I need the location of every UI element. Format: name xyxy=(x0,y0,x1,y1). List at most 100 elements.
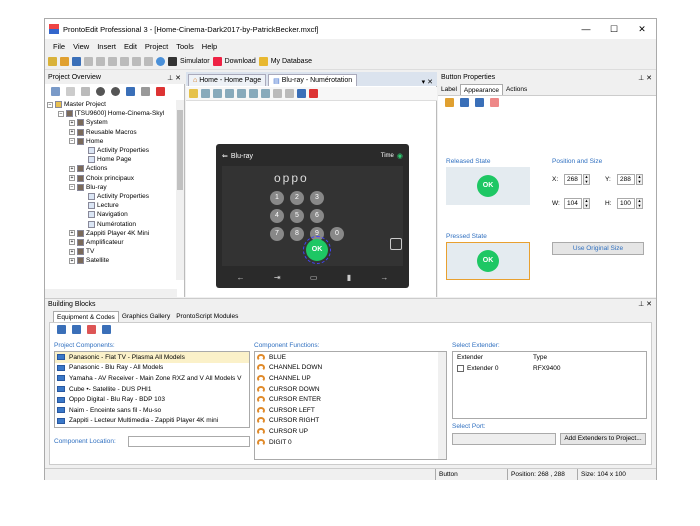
tree-item[interactable]: Home Page xyxy=(45,155,177,164)
tree-item[interactable]: − [TSU9600] Home-Cinema-Skyl xyxy=(45,109,177,118)
redo-icon[interactable] xyxy=(96,57,105,66)
tree-item[interactable]: + TV xyxy=(45,247,177,256)
key-2[interactable]: 2 xyxy=(290,191,304,205)
tree-item[interactable]: − Home xyxy=(45,137,177,146)
tree-item[interactable]: Navigation xyxy=(45,210,177,219)
x-field[interactable]: 268 xyxy=(564,174,582,185)
tree-item[interactable]: Activity Properties xyxy=(45,192,177,201)
minimize-button[interactable]: — xyxy=(572,24,600,35)
tree-item[interactable]: Numérotation xyxy=(45,219,177,228)
tree-scrollbar[interactable] xyxy=(176,100,184,280)
pin-icon[interactable]: ⊥ ✕ xyxy=(167,74,181,82)
distribute-icon[interactable] xyxy=(273,89,282,98)
menu-edit[interactable]: Edit xyxy=(124,42,137,51)
tree-hscrollbar[interactable] xyxy=(45,289,177,297)
back-icon[interactable]: ← xyxy=(237,273,245,282)
y-spinner[interactable]: ▲ ▼ xyxy=(636,174,643,185)
key-1[interactable]: 1 xyxy=(270,191,284,205)
my-database-button[interactable]: My Database xyxy=(271,58,312,65)
download-button[interactable]: Download xyxy=(225,58,256,65)
w-field[interactable]: 104 xyxy=(564,198,582,209)
function-item[interactable]: CURSOR LEFT xyxy=(255,405,446,416)
zoom-in-icon[interactable] xyxy=(96,87,105,96)
simulator-button[interactable]: Simulator xyxy=(180,58,210,65)
released-state-preview[interactable]: OK xyxy=(446,167,530,205)
component-location-field[interactable] xyxy=(128,436,250,447)
paste-icon[interactable] xyxy=(132,57,141,66)
expand-toggle-icon[interactable]: + xyxy=(69,129,75,136)
align-center-icon[interactable] xyxy=(249,89,258,98)
function-item[interactable]: BLUE xyxy=(255,352,446,363)
delete-item-icon[interactable] xyxy=(156,87,165,96)
tab-numerotation[interactable]: ▤ Blu-ray - Numérotation xyxy=(268,74,358,86)
menu-help[interactable]: Help xyxy=(202,42,217,51)
expand-toggle-icon[interactable]: + xyxy=(69,257,75,264)
use-original-size-button[interactable]: Use Original Size xyxy=(552,242,644,255)
w-spinner[interactable]: ▲ ▼ xyxy=(583,198,590,209)
function-item[interactable]: CURSOR DOWN xyxy=(255,384,446,395)
forward-icon[interactable]: → xyxy=(380,273,388,282)
tree-item[interactable]: − Blu-ray xyxy=(45,183,177,192)
menu-insert[interactable]: Insert xyxy=(97,42,116,51)
component-item[interactable]: Panasonic - Blu Ray - All Models xyxy=(55,363,249,374)
component-item[interactable]: Yamaha - AV Receiver - Main Zone RXZ and… xyxy=(55,373,249,384)
signal-icon[interactable]: ▮ xyxy=(347,273,351,282)
input-icon[interactable]: ⇥ xyxy=(274,273,281,282)
undo-icon[interactable] xyxy=(84,57,93,66)
tree-item[interactable]: + Actions xyxy=(45,164,177,173)
grid-icon[interactable] xyxy=(201,89,210,98)
extender-row[interactable]: Extender 0 RFX9400 xyxy=(453,363,646,374)
expand-toggle-icon[interactable]: + xyxy=(69,175,75,182)
cut-icon[interactable] xyxy=(108,57,117,66)
tab-equipment-codes[interactable]: Equipment & Codes xyxy=(53,311,119,322)
tab-home-page[interactable]: ⌂ Home - Home Page xyxy=(188,74,267,86)
function-item[interactable]: CHANNEL UP xyxy=(255,373,446,384)
extender-checkbox[interactable] xyxy=(457,365,464,372)
device-properties-icon[interactable] xyxy=(102,325,111,334)
tree-item[interactable]: + Zappiti Player 4K Mini xyxy=(45,229,177,238)
page-icon[interactable] xyxy=(141,87,150,96)
expand-toggle-icon[interactable]: − xyxy=(69,138,75,145)
tree-item[interactable]: + Satellite xyxy=(45,256,177,265)
key-8[interactable]: 8 xyxy=(290,227,304,241)
open-image-icon[interactable] xyxy=(445,98,454,107)
functions-scrollbar[interactable] xyxy=(438,352,446,459)
tree-item[interactable]: + Reusable Macros xyxy=(45,128,177,137)
database-icon[interactable] xyxy=(258,57,268,66)
key-7[interactable]: 7 xyxy=(270,227,284,241)
tree-item[interactable]: − Master Project xyxy=(45,100,177,109)
download-icon[interactable] xyxy=(212,57,222,66)
component-item[interactable]: Oppo Digital - Blu Ray - BDP 103 xyxy=(55,394,249,405)
key-3[interactable]: 3 xyxy=(310,191,324,205)
remove-device-icon[interactable] xyxy=(87,325,96,334)
expand-toggle-icon[interactable]: + xyxy=(69,165,75,172)
arrange-icon[interactable] xyxy=(225,89,234,98)
component-item[interactable]: Naim - Enceinte sans fil - Mu-so xyxy=(55,405,249,416)
menu-tools[interactable]: Tools xyxy=(176,42,194,51)
menu-file[interactable]: File xyxy=(53,42,65,51)
snap-icon[interactable] xyxy=(213,89,222,98)
align-icon[interactable] xyxy=(189,89,198,98)
align-right-icon[interactable] xyxy=(261,89,270,98)
key-5[interactable]: 5 xyxy=(290,209,304,223)
component-item[interactable]: Panasonic - Flat TV - Plasma All Models xyxy=(55,352,249,363)
save-icon[interactable] xyxy=(72,57,81,66)
key-6[interactable]: 6 xyxy=(310,209,324,223)
key-0[interactable]: 0 xyxy=(330,227,344,241)
pin-icon[interactable]: ⊥ ✕ xyxy=(638,74,652,82)
group-icon[interactable] xyxy=(285,89,294,98)
tab-label[interactable]: Label xyxy=(438,84,460,95)
close-tab-icon[interactable]: ▾ ✕ xyxy=(422,78,433,86)
h-spinner[interactable]: ▲ ▼ xyxy=(636,198,643,209)
key-4[interactable]: 4 xyxy=(270,209,284,223)
copy-icon[interactable] xyxy=(120,57,129,66)
delete-icon[interactable] xyxy=(144,57,153,66)
select-port-dropdown[interactable] xyxy=(452,433,556,445)
y-field[interactable]: 288 xyxy=(617,174,635,185)
zoom-out-icon[interactable] xyxy=(111,87,120,96)
menu-view[interactable]: View xyxy=(73,42,89,51)
expand-toggle-icon[interactable]: − xyxy=(69,184,75,191)
function-item[interactable]: CURSOR UP xyxy=(255,426,446,437)
help-icon[interactable] xyxy=(156,57,165,66)
function-item[interactable]: CHANNEL DOWN xyxy=(255,363,446,374)
